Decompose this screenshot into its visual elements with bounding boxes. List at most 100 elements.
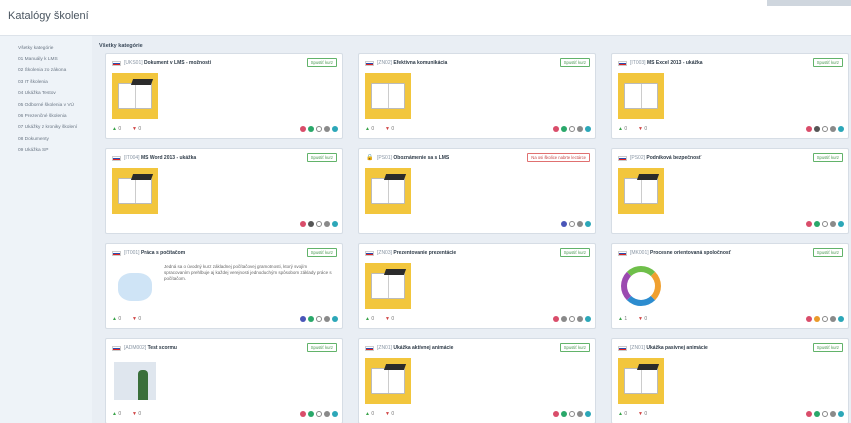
clock-icon[interactable] (316, 221, 322, 227)
info-icon[interactable] (838, 221, 844, 227)
info-icon[interactable] (332, 411, 338, 417)
course-thumbnail[interactable] (365, 168, 411, 214)
start-course-button[interactable]: Spustiť kurz (306, 343, 337, 352)
course-name[interactable]: Ukážka aktívnej animácie (393, 345, 453, 351)
clock-icon[interactable] (822, 316, 828, 322)
like-button[interactable]: ▲ 0 (112, 316, 121, 322)
course-name[interactable]: Dokument v LMS - možnosti (144, 60, 211, 66)
start-course-button[interactable]: Spustiť kurz (306, 153, 337, 162)
course-thumbnail[interactable] (112, 263, 158, 309)
start-course-button[interactable]: Spustiť kurz (306, 248, 337, 257)
clock-icon[interactable] (569, 221, 575, 227)
user-icon[interactable] (553, 411, 559, 417)
info-icon[interactable] (585, 221, 591, 227)
status-icon[interactable] (308, 411, 314, 417)
course-thumbnail[interactable] (112, 358, 158, 404)
course-card[interactable]: [ZN03] Prezentovanie prezentácie Spustiť… (358, 243, 596, 329)
course-thumbnail[interactable] (618, 358, 664, 404)
dislike-button[interactable]: ▼ 0 (132, 316, 141, 322)
clock-icon[interactable] (569, 316, 575, 322)
status-icon[interactable] (561, 126, 567, 132)
globe-icon[interactable] (830, 221, 836, 227)
sidebar-item-it[interactable]: 03 IT školenia (18, 80, 48, 85)
course-name[interactable]: Procesne orientovaná spoločnosť (650, 250, 731, 256)
sidebar-item-lms-manuals[interactable]: 01 Manuály k LMS (18, 57, 58, 62)
user-icon[interactable] (553, 316, 559, 322)
clock-icon[interactable] (316, 126, 322, 132)
course-name[interactable]: Test scormu (148, 345, 177, 351)
user-icon[interactable] (561, 221, 567, 227)
start-course-button[interactable]: Spustiť kurz (812, 153, 843, 162)
like-button[interactable]: ▲ 0 (618, 411, 627, 417)
course-card[interactable]: [IT003] MS Excel 2013 - ukážka Spustiť k… (611, 53, 849, 139)
user-icon[interactable] (806, 316, 812, 322)
globe-icon[interactable] (830, 316, 836, 322)
status-icon[interactable] (308, 221, 314, 227)
like-button[interactable]: ▲ 1 (618, 316, 627, 322)
sidebar-item-professional[interactable]: 05 Odborné školenia v VÚ (18, 103, 74, 108)
status-icon[interactable] (561, 411, 567, 417)
course-card[interactable]: [ZN01] Ukážka aktívnej animácie Spustiť … (358, 338, 596, 423)
user-icon[interactable] (300, 316, 306, 322)
clock-icon[interactable] (822, 411, 828, 417)
globe-icon[interactable] (577, 126, 583, 132)
dislike-button[interactable]: ▼ 0 (385, 316, 394, 322)
clock-icon[interactable] (316, 411, 322, 417)
course-card[interactable]: [ADM002] Test scormu Spustiť kurz ▲ 0 ▼ … (105, 338, 343, 423)
like-button[interactable]: ▲ 0 (112, 411, 121, 417)
info-icon[interactable] (585, 411, 591, 417)
start-course-button[interactable]: Spustiť kurz (812, 343, 843, 352)
course-card[interactable]: [MK001] Procesne orientovaná spoločnosť … (611, 243, 849, 329)
sidebar-item-presence[interactable]: 06 Prezenčné školenia (18, 114, 67, 119)
like-button[interactable]: ▲ 0 (112, 126, 121, 132)
dislike-button[interactable]: ▼ 0 (385, 126, 394, 132)
sidebar-item-tests[interactable]: 04 Ukážka Testov (18, 91, 56, 96)
course-name[interactable]: Podniková bezpečnosť (646, 155, 701, 161)
info-icon[interactable] (332, 316, 338, 322)
user-icon[interactable] (300, 411, 306, 417)
course-card[interactable]: [ZN01] Ukážka pasívnej animácie Spustiť … (611, 338, 849, 423)
course-name[interactable]: Oboznámenie sa s LMS (393, 155, 449, 161)
globe-icon[interactable] (324, 411, 330, 417)
start-course-button[interactable]: Spustiť kurz (559, 343, 590, 352)
dislike-button[interactable]: ▼ 0 (638, 126, 647, 132)
course-card[interactable]: [PS02] Podniková bezpečnosť Spustiť kurz (611, 148, 849, 234)
status-icon[interactable] (308, 126, 314, 132)
course-name[interactable]: Ukážka pasívnej animácie (646, 345, 707, 351)
like-button[interactable]: ▲ 0 (365, 316, 374, 322)
course-name[interactable]: Efektívna komunikácia (393, 60, 447, 66)
start-course-button[interactable]: Spustiť kurz (306, 58, 337, 67)
clock-icon[interactable] (569, 411, 575, 417)
dislike-button[interactable]: ▼ 0 (385, 411, 394, 417)
course-card[interactable]: [IT001] Práca s počítačom Spustiť kurz J… (105, 243, 343, 329)
info-icon[interactable] (838, 316, 844, 322)
user-icon[interactable] (553, 126, 559, 132)
course-card[interactable]: [IT004] MS Word 2013 - ukážka Spustiť ku… (105, 148, 343, 234)
dislike-button[interactable]: ▼ 0 (132, 411, 141, 417)
globe-icon[interactable] (830, 411, 836, 417)
sidebar-item-all[interactable]: Všetky kategórie (18, 46, 53, 51)
like-button[interactable]: ▲ 0 (365, 126, 374, 132)
clock-icon[interactable] (822, 126, 828, 132)
info-icon[interactable] (585, 126, 591, 132)
sidebar-item-documents[interactable]: 08 Dokumenty (18, 137, 49, 142)
globe-icon[interactable] (324, 316, 330, 322)
user-icon[interactable] (300, 221, 306, 227)
start-course-button[interactable]: Spustiť kurz (559, 58, 590, 67)
start-course-button[interactable]: Spustiť kurz (812, 248, 843, 257)
course-thumbnail[interactable] (365, 73, 411, 119)
like-button[interactable]: ▲ 0 (618, 126, 627, 132)
info-icon[interactable] (838, 411, 844, 417)
user-icon[interactable] (300, 126, 306, 132)
course-thumbnail[interactable] (618, 73, 664, 119)
like-button[interactable]: ▲ 0 (365, 411, 374, 417)
info-icon[interactable] (332, 221, 338, 227)
course-name[interactable]: MS Word 2013 - ukážka (141, 155, 196, 161)
course-card[interactable]: [ZN02] Efektívna komunikácia Spustiť kur… (358, 53, 596, 139)
course-name[interactable]: MS Excel 2013 - ukážka (647, 60, 703, 66)
clock-icon[interactable] (822, 221, 828, 227)
globe-icon[interactable] (577, 411, 583, 417)
status-icon[interactable] (814, 126, 820, 132)
course-card[interactable]: [UKS01] Dokument v LMS - možnosti Spusti… (105, 53, 343, 139)
clock-icon[interactable] (569, 126, 575, 132)
